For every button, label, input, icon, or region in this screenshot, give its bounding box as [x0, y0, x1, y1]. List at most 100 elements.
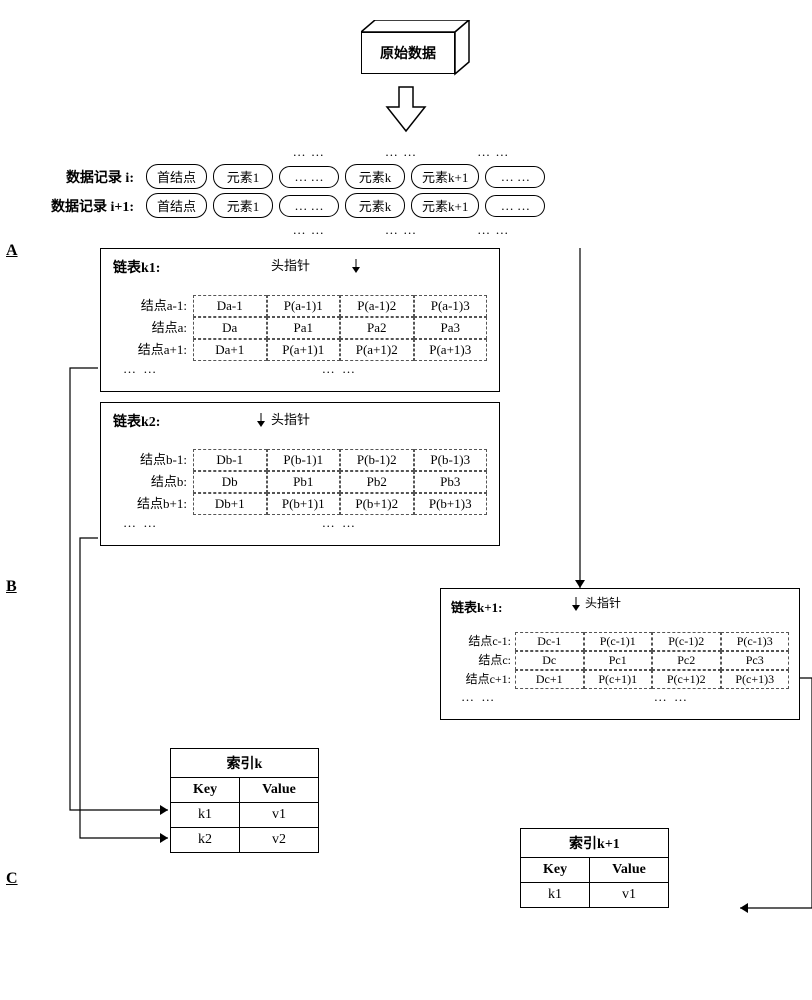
cell: Da [193, 317, 267, 339]
cell: P(a-1)1 [267, 295, 341, 317]
record-row-i: 数据记录 i: 首结点 元素1 … … 元素k 元素k+1 … … [30, 164, 772, 189]
ellipsis: … … [477, 222, 509, 238]
index-key-header: Key [521, 858, 590, 883]
cell: P(c+1)3 [721, 670, 790, 689]
cell: P(a+1)2 [340, 339, 414, 361]
cell: Db-1 [193, 449, 267, 471]
cell: Pc2 [652, 651, 721, 670]
panel-linked-list-kp1: 链表k+1: 头指针 结点c-1: Dc-1 P(c-1)1 P(c-1)2 P… [440, 588, 800, 720]
cell: Pb2 [340, 471, 414, 493]
node-label: 结点b-1: [113, 449, 193, 471]
index-key-header: Key [171, 778, 240, 803]
pill-dots: … … [279, 166, 339, 188]
cell: P(b+1)3 [414, 493, 488, 515]
records-area: … … … … … … 数据记录 i: 首结点 元素1 … … 元素k 元素k+… [30, 144, 772, 238]
cell: P(c-1)1 [584, 632, 653, 651]
raw-data-cube: 原始数据 [361, 20, 471, 74]
cell: P(a-1)2 [340, 295, 414, 317]
pill-dots: … … [485, 166, 545, 188]
pill-dots: … … [485, 195, 545, 217]
cell: P(c-1)2 [652, 632, 721, 651]
index-title-kp1: 索引k+1 [521, 829, 669, 858]
cell: Dc [515, 651, 584, 670]
node-label: 结点a-1: [113, 295, 193, 317]
cell: Pa3 [414, 317, 488, 339]
pill-head-node: 首结点 [146, 164, 207, 189]
index-value-header: Value [240, 778, 319, 803]
cell: Pc1 [584, 651, 653, 670]
ellipsis: … … [113, 515, 158, 531]
index-value-header: Value [590, 858, 669, 883]
cell: Pc3 [721, 651, 790, 670]
node-label: 结点b: [113, 471, 193, 493]
pill-element-1: 元素1 [213, 193, 273, 218]
node-label: 结点a: [113, 317, 193, 339]
down-arrow-icon [571, 597, 581, 611]
ellipsis: … … [477, 144, 509, 160]
cell: Pb3 [414, 471, 488, 493]
cell: Db [193, 471, 267, 493]
head-pointer-label: 头指针 [585, 594, 621, 611]
index-cell: k1 [171, 803, 240, 828]
cell: Db+1 [193, 493, 267, 515]
index-table-k: 索引k Key Value k1 v1 k2 v2 [170, 748, 319, 853]
ellipsis: … … [385, 144, 417, 160]
pill-element-kp1: 元素k+1 [411, 164, 479, 189]
head-pointer-label: 头指针 [271, 409, 310, 428]
ellipsis: … … [312, 515, 357, 531]
pill-element-1: 元素1 [213, 164, 273, 189]
node-label: 结点c: [451, 651, 515, 670]
index-cell: v1 [240, 803, 319, 828]
cell: Da-1 [193, 295, 267, 317]
cell: P(a+1)3 [414, 339, 488, 361]
head-pointer-label: 头指针 [271, 255, 310, 274]
node-label: 结点b+1: [113, 493, 193, 515]
cell: P(b-1)2 [340, 449, 414, 471]
section-letter-A: A [6, 242, 18, 260]
cell: Dc-1 [515, 632, 584, 651]
node-label: 结点c+1: [451, 670, 515, 689]
node-label: 结点a+1: [113, 339, 193, 361]
section-letter-B: B [6, 578, 17, 596]
index-table-kp1: 索引k+1 Key Value k1 v1 [520, 828, 669, 908]
cell: P(c+1)1 [584, 670, 653, 689]
cell: P(b+1)1 [267, 493, 341, 515]
cell: Pa1 [267, 317, 341, 339]
cell: P(c-1)3 [721, 632, 790, 651]
cell: P(b+1)2 [340, 493, 414, 515]
cell: Pb1 [267, 471, 341, 493]
index-cell: v1 [590, 883, 669, 908]
node-table-k2: 结点b-1: Db-1 P(b-1)1 P(b-1)2 P(b-1)3 结点b:… [113, 449, 487, 515]
cell: Pa2 [340, 317, 414, 339]
pill-element-k: 元素k [345, 164, 405, 189]
cell: Da+1 [193, 339, 267, 361]
cell: Dc+1 [515, 670, 584, 689]
cell: P(b-1)1 [267, 449, 341, 471]
node-table-k1: 结点a-1: Da-1 P(a-1)1 P(a-1)2 P(a-1)3 结点a:… [113, 295, 487, 361]
cell: P(a-1)3 [414, 295, 488, 317]
record-row-ip1: 数据记录 i+1: 首结点 元素1 … … 元素k 元素k+1 … … [30, 193, 772, 218]
ellipsis: … … [451, 689, 496, 705]
pill-dots: … … [279, 195, 339, 217]
ellipsis: … … [293, 144, 325, 160]
ellipsis: … … [385, 222, 417, 238]
ellipsis: … … [644, 689, 689, 705]
down-arrow-icon [381, 85, 431, 135]
ellipsis: … … [293, 222, 325, 238]
cell: P(c+1)2 [652, 670, 721, 689]
pill-head-node: 首结点 [146, 193, 207, 218]
cell: P(a+1)1 [267, 339, 341, 361]
index-cell: k1 [521, 883, 590, 908]
panel-linked-list-k2: 链表k2: 头指针 结点b-1: Db-1 P(b-1)1 P(b-1)2 P(… [100, 402, 500, 546]
down-arrow-icon [256, 413, 266, 427]
raw-data-label: 原始数据 [361, 32, 455, 74]
index-cell: v2 [240, 828, 319, 853]
index-title-k: 索引k [171, 749, 319, 778]
down-arrow-icon [351, 259, 361, 273]
pill-element-k: 元素k [345, 193, 405, 218]
section-letter-C: C [6, 870, 18, 888]
record-label-ip1: 数据记录 i+1: [30, 196, 140, 216]
ellipsis: … … [312, 361, 357, 377]
pill-element-kp1: 元素k+1 [411, 193, 479, 218]
cell: P(b-1)3 [414, 449, 488, 471]
